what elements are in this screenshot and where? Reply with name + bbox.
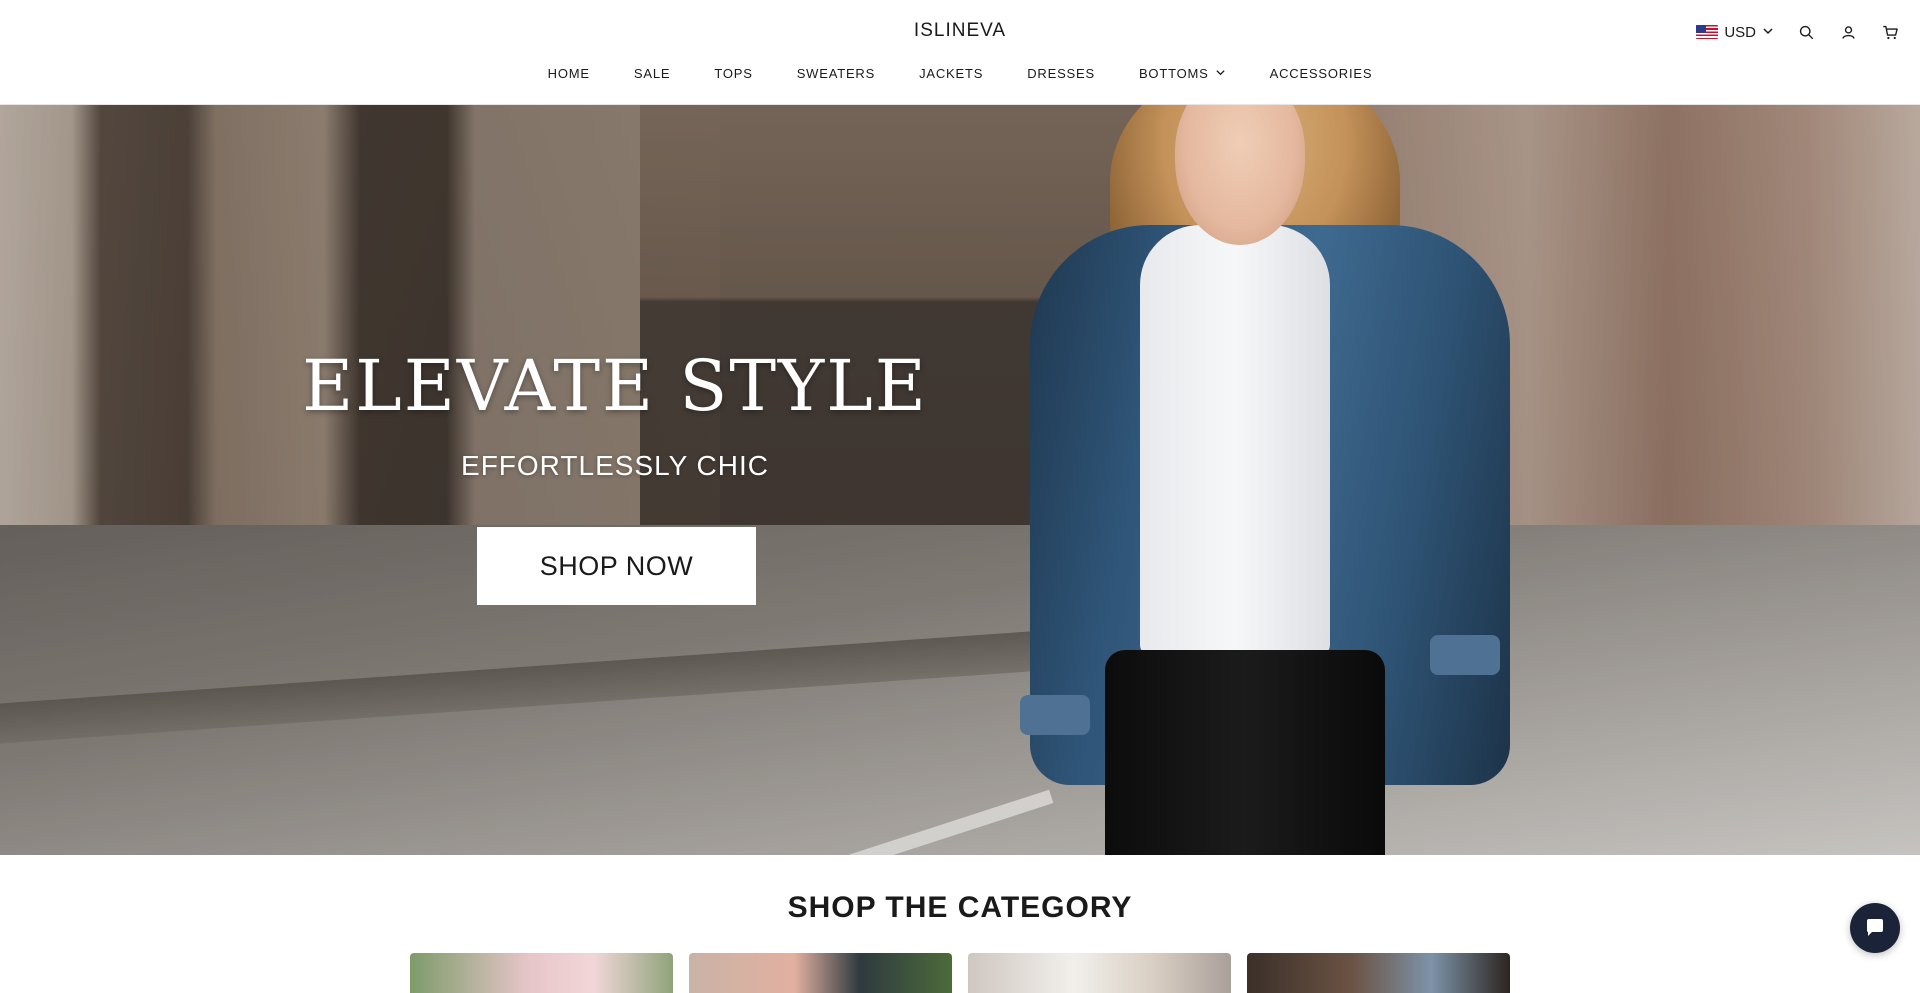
main-nav: HOME SALE TOPS SWEATERS JACKETS DRESSES … <box>0 66 1920 81</box>
shop-now-button[interactable]: SHOP NOW <box>477 527 756 605</box>
brand-logo-link[interactable]: ISLINEVA <box>914 20 1006 41</box>
category-card[interactable] <box>689 953 952 993</box>
nav-item-accessories[interactable]: ACCESSORIES <box>1248 66 1395 81</box>
category-card[interactable] <box>968 953 1231 993</box>
category-card[interactable] <box>1247 953 1510 993</box>
currency-label: USD <box>1724 23 1756 41</box>
hero-banner: ELEVATE STYLE EFFORTLESSLY CHIC SHOP NOW <box>0 105 1920 855</box>
nav-item-sale[interactable]: SALE <box>612 66 692 81</box>
nav-item-dresses[interactable]: DRESSES <box>1005 66 1117 81</box>
search-icon[interactable] <box>1796 22 1816 42</box>
nav-item-jackets[interactable]: JACKETS <box>897 66 1005 81</box>
header-tools: USD <box>1696 22 1900 42</box>
chat-icon[interactable] <box>1850 903 1900 953</box>
nav-item-tops[interactable]: TOPS <box>692 66 774 81</box>
site-header: ISLINEVA USD HOME SALE TOPS SWEATERS JAC… <box>0 0 1920 105</box>
category-card[interactable] <box>410 953 673 993</box>
chevron-down-icon <box>1762 24 1774 41</box>
nav-item-bottoms-label: BOTTOMS <box>1138 66 1209 81</box>
model-white-shirt <box>1140 225 1330 655</box>
hero-title: ELEVATE STYLE <box>302 345 928 427</box>
chevron-down-icon <box>1215 66 1226 81</box>
nav-item-sweaters[interactable]: SWEATERS <box>775 66 897 81</box>
nav-item-bottoms[interactable]: BOTTOMS <box>1117 66 1248 81</box>
cart-icon[interactable] <box>1880 22 1900 42</box>
us-flag-icon <box>1696 25 1719 39</box>
model-left-cuff <box>1020 695 1090 735</box>
brand: ISLINEVA <box>0 20 1920 42</box>
model-right-cuff <box>1430 635 1500 675</box>
hero-subtitle: EFFORTLESSLY CHIC <box>461 450 769 481</box>
model-black-pants <box>1105 650 1385 855</box>
nav-item-home[interactable]: HOME <box>526 66 612 81</box>
user-icon[interactable] <box>1838 22 1858 42</box>
category-grid <box>410 953 1510 993</box>
hero-model-image <box>1010 105 1570 855</box>
category-section-title: SHOP THE CATEGORY <box>787 891 1133 924</box>
currency-selector[interactable]: USD <box>1696 24 1774 41</box>
